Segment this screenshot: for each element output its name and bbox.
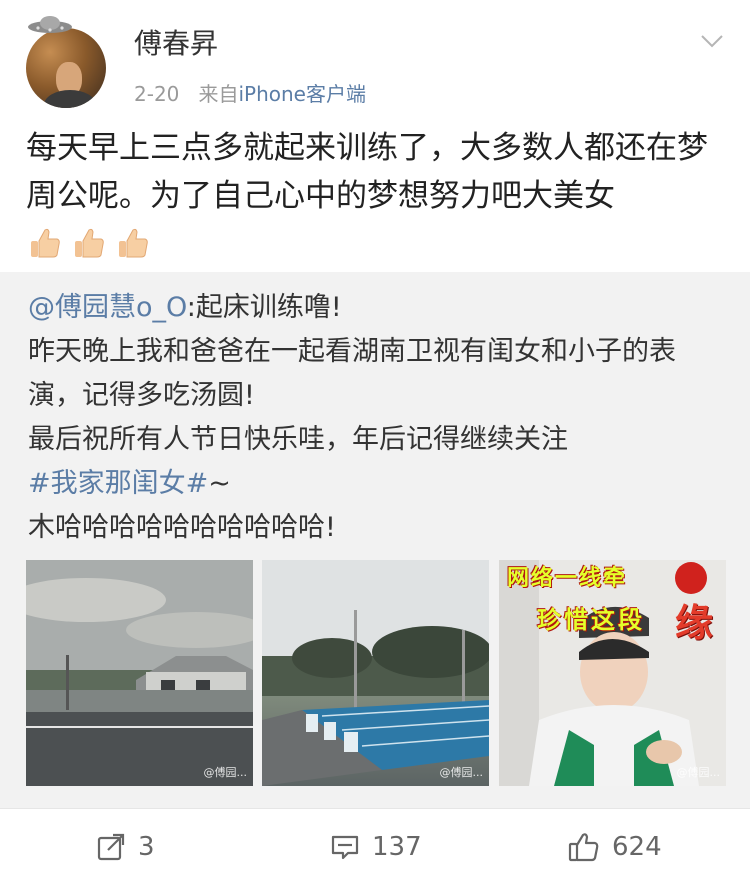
street-photo[interactable]: @傅园... [26, 560, 253, 786]
repost-line-4: #我家那闺女#~ [28, 462, 722, 506]
avatar[interactable] [26, 14, 108, 108]
ufo-badge-icon [28, 16, 72, 33]
watermark: @傅园... [203, 766, 248, 779]
repost-button[interactable]: 3 [96, 829, 155, 865]
post-header: 傅春昇 2-20 来自iPhone客户端 [0, 0, 750, 118]
repost-line-1: @傅园慧o_O:起床训练噜! [28, 286, 722, 330]
thumbs-up-icon [119, 228, 148, 257]
repost-line-3: 最后祝所有人节日快乐哇，年后记得继续关注 [28, 424, 568, 455]
comment-icon [331, 835, 359, 860]
post-date: 2-20 [134, 82, 180, 106]
post-meta: 2-20 来自iPhone客户端 [134, 78, 366, 107]
like-button[interactable]: 624 [568, 829, 662, 865]
pool-photo[interactable]: @傅园... [262, 560, 489, 786]
watermark: @傅园... [439, 766, 484, 779]
repost-text: @傅园慧o_O:起床训练噜! 昨天晚上我和爸爸在一起看湖南卫视有闺女和小子的表演… [28, 286, 722, 550]
emoji-row [28, 222, 160, 270]
mention-link[interactable]: @傅园慧o_O [28, 292, 187, 323]
repost-line-1-text: :起床训练噜! [186, 292, 342, 323]
thumbs-up-outline-icon [568, 833, 599, 862]
hashtag-suffix: ~ [208, 468, 231, 499]
source-prefix: 来自 [198, 82, 239, 106]
chevron-down-icon[interactable] [700, 34, 724, 48]
like-count: 624 [612, 832, 662, 862]
action-bar: 3 137 624 [0, 809, 750, 885]
overlay-big-text: 缘 [675, 601, 714, 645]
hashtag-link[interactable]: #我家那闺女# [28, 468, 208, 499]
post-source[interactable]: iPhone客户端 [238, 82, 366, 106]
avatar-image [26, 28, 106, 108]
post-text: 每天早上三点多就起来训练了，大多数人都还在梦周公呢。为了自己心中的梦想努力吧大美… [26, 124, 726, 270]
pool-photo-art [262, 560, 489, 786]
overlay-top-text: 网络一线牵 [507, 566, 628, 591]
repost-line-5: 木哈哈哈哈哈哈哈哈哈哈! [28, 512, 336, 543]
thumbs-up-icon [75, 228, 104, 257]
post-body: 每天早上三点多就起来训练了，大多数人都还在梦周公呢。为了自己心中的梦想努力吧大美… [26, 130, 708, 214]
selfie-photo[interactable]: 网络一线牵 珍惜这段 缘 @傅园... [499, 560, 726, 786]
repost-count: 3 [138, 832, 155, 862]
repost-line-2: 昨天晚上我和爸爸在一起看湖南卫视有闺女和小子的表演，记得多吃汤圆! [28, 336, 676, 411]
comment-button[interactable]: 137 [330, 829, 422, 865]
overlay-bottom-text: 珍惜这段 [537, 606, 645, 634]
repost-card[interactable]: @傅园慧o_O:起床训练噜! 昨天晚上我和爸爸在一起看湖南卫视有闺女和小子的表演… [0, 272, 750, 808]
watermark: @傅园... [676, 766, 721, 779]
street-photo-art [26, 560, 253, 786]
thumbs-up-icon [31, 228, 60, 257]
share-icon [97, 833, 125, 861]
comment-count: 137 [372, 832, 422, 862]
username[interactable]: 傅春昇 [134, 22, 218, 62]
